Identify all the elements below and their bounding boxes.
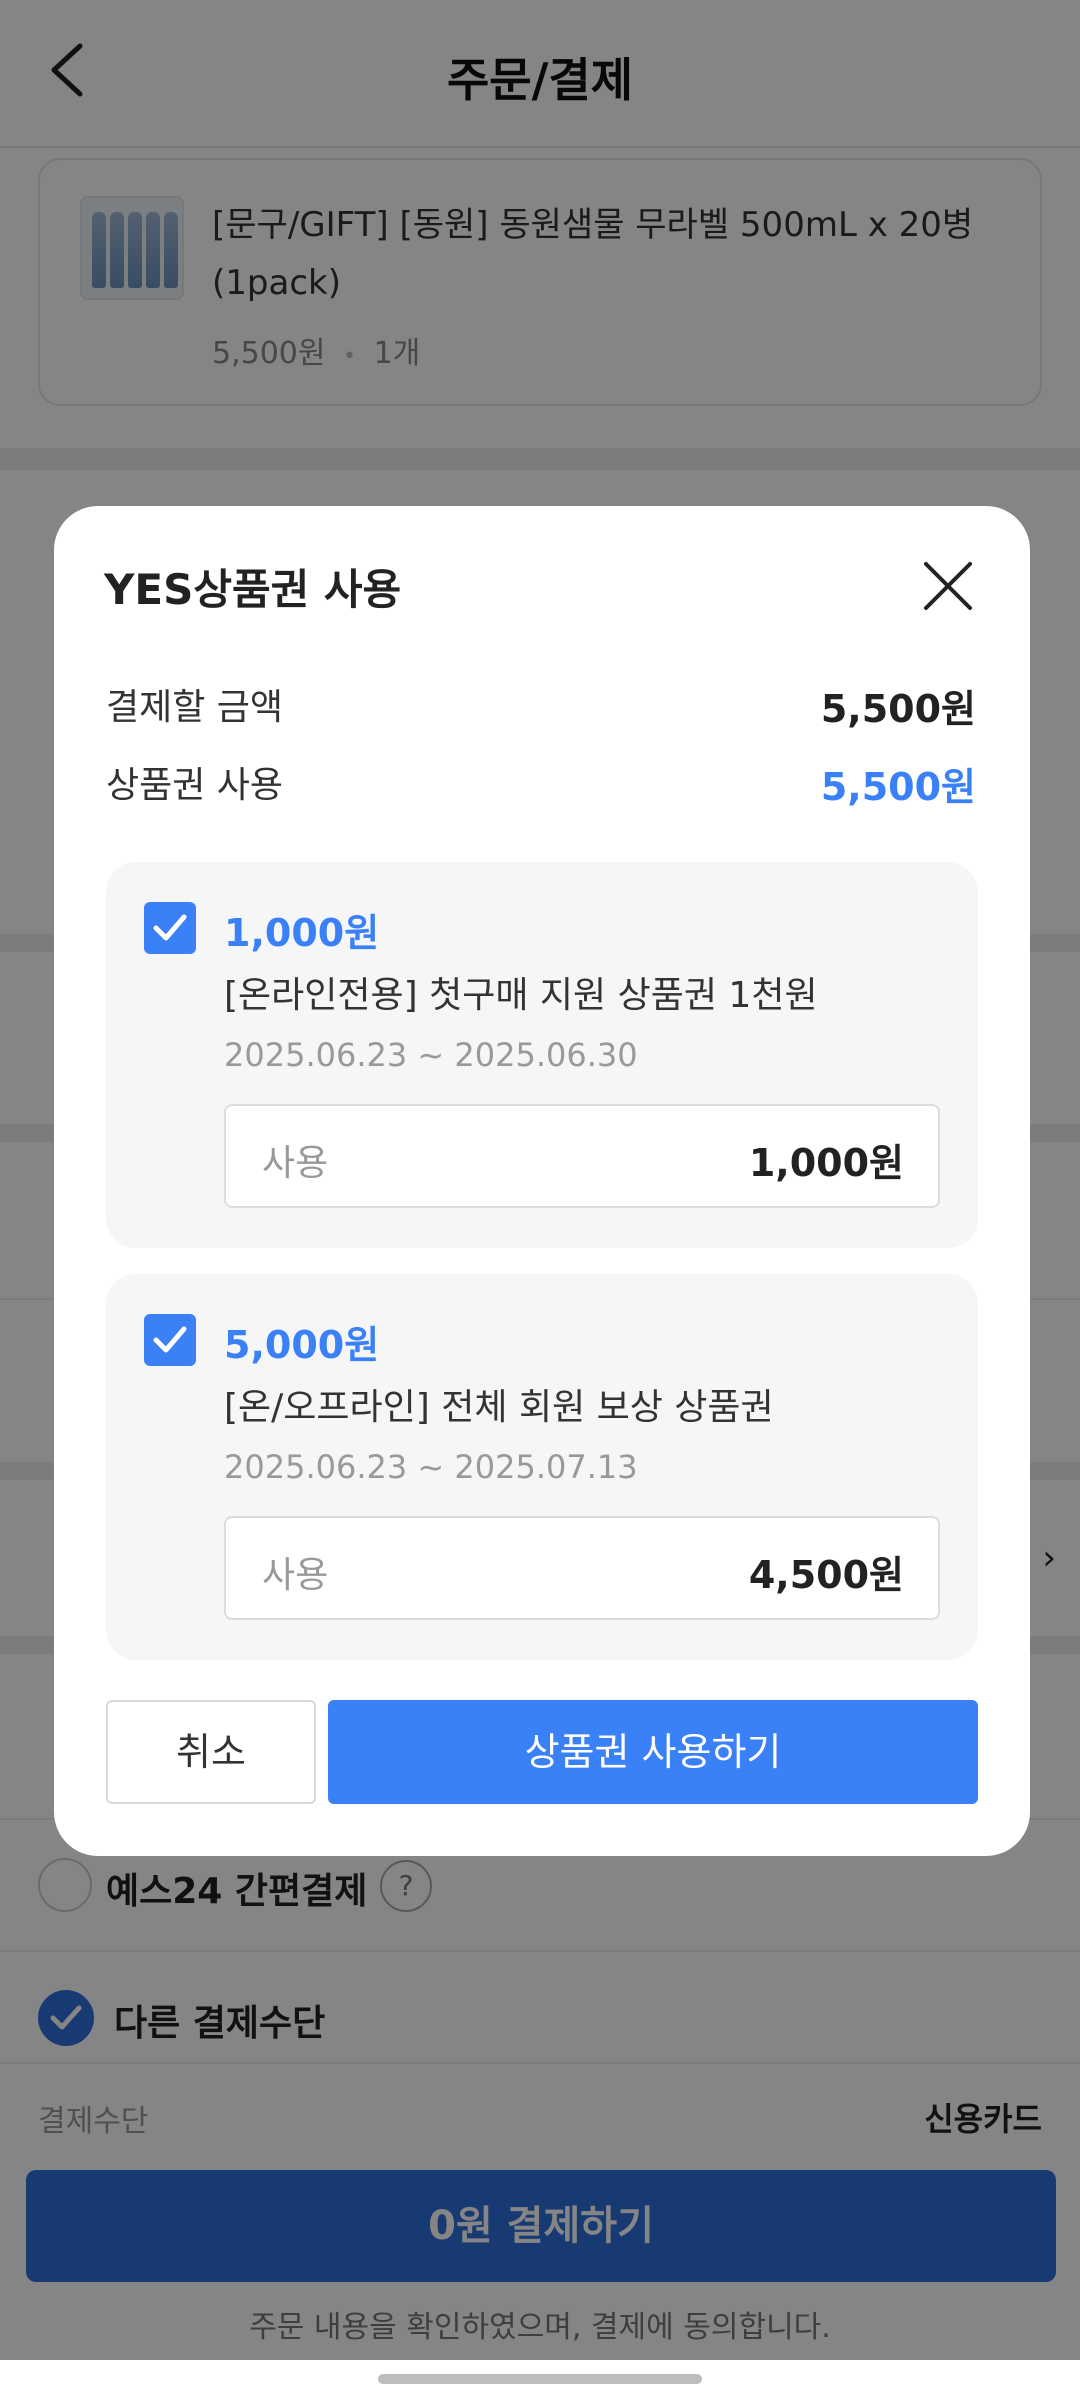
voucher-name: [온라인전용] 첫구매 지원 상품권 1천원	[224, 975, 818, 1016]
voucher-usage-value: 5,500원	[820, 765, 976, 809]
voucher-name: [온/오프라인] 전체 회원 보상 상품권	[224, 1387, 774, 1428]
voucher-use-amount-input[interactable]: 사용 1,000원	[224, 1104, 940, 1208]
home-indicator	[378, 2374, 702, 2384]
voucher-amount: 1,000원	[224, 911, 380, 955]
voucher-checkbox[interactable]	[144, 1314, 196, 1366]
voucher-period: 2025.06.23 ~ 2025.07.13	[224, 1448, 638, 1486]
close-icon[interactable]	[920, 558, 976, 614]
voucher-use-label: 사용	[262, 1143, 329, 1184]
voucher-use-amount-input[interactable]: 사용 4,500원	[224, 1516, 940, 1620]
apply-voucher-button[interactable]: 상품권 사용하기	[328, 1700, 978, 1804]
cancel-button[interactable]: 취소	[106, 1700, 316, 1804]
voucher-use-value: 1,000원	[748, 1141, 904, 1185]
voucher-amount: 5,000원	[224, 1323, 380, 1367]
modal-title: YES상품권 사용	[104, 565, 402, 614]
voucher-use-value: 4,500원	[748, 1553, 904, 1597]
voucher-modal: YES상품권 사용 결제할 금액 5,500원 상품권 사용 5,500원 1,…	[54, 506, 1030, 1856]
check-icon	[153, 914, 187, 941]
voucher-card: 5,000원 [온/오프라인] 전체 회원 보상 상품권 2025.06.23 …	[106, 1274, 978, 1660]
payment-amount-label: 결제할 금액	[106, 687, 284, 728]
voucher-checkbox[interactable]	[144, 902, 196, 954]
payment-amount-value: 5,500원	[820, 687, 976, 731]
voucher-use-label: 사용	[262, 1555, 329, 1596]
voucher-card: 1,000원 [온라인전용] 첫구매 지원 상품권 1천원 2025.06.23…	[106, 862, 978, 1248]
check-icon	[153, 1326, 187, 1353]
voucher-period: 2025.06.23 ~ 2025.06.30	[224, 1036, 638, 1074]
voucher-usage-label: 상품권 사용	[106, 765, 284, 806]
